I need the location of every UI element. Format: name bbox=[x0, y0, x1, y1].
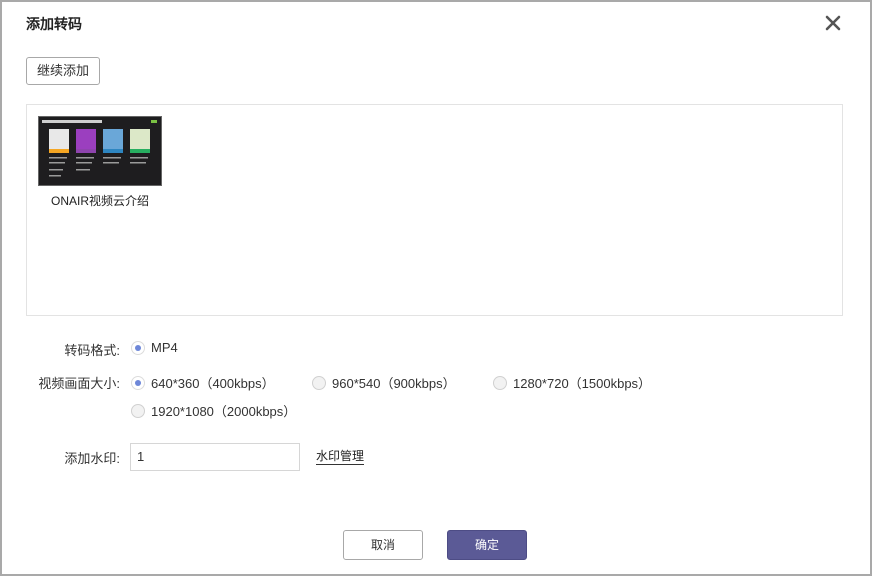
radio-unchecked-icon[interactable] bbox=[493, 375, 507, 390]
size-option-label: 960*540（900kbps） bbox=[332, 376, 456, 391]
size-option-1280[interactable]: 1280*720（1500kbps） bbox=[493, 373, 651, 392]
cancel-button[interactable]: 取消 bbox=[343, 530, 423, 560]
size-option-label: 1280*720（1500kbps） bbox=[513, 376, 652, 391]
add-transcode-dialog: 添加转码 继续添加 ONAIR视频云介绍 转码格式: MP4 视频画面大小: 6… bbox=[0, 0, 872, 576]
size-label: 视频画面大小: bbox=[38, 376, 120, 391]
file-list: ONAIR视频云介绍 bbox=[26, 104, 843, 316]
size-option-label: 640*360（400kbps） bbox=[151, 376, 275, 391]
watermark-input[interactable]: 1 bbox=[130, 443, 300, 471]
dialog-title: 添加转码 bbox=[26, 16, 82, 32]
size-option-label: 1920*1080（2000kbps） bbox=[151, 404, 297, 419]
size-option-960[interactable]: 960*540（900kbps） bbox=[312, 373, 456, 392]
watermark-label: 添加水印: bbox=[64, 451, 120, 466]
video-thumbnail[interactable] bbox=[38, 116, 162, 186]
watermark-manage-link[interactable]: 水印管理 bbox=[316, 448, 365, 465]
radio-checked-icon[interactable] bbox=[131, 375, 145, 390]
size-option-640[interactable]: 640*360（400kbps） bbox=[131, 373, 275, 392]
size-option-1920[interactable]: 1920*1080（2000kbps） bbox=[131, 401, 296, 420]
format-option-label: MP4 bbox=[151, 340, 178, 355]
continue-add-button[interactable]: 继续添加 bbox=[26, 57, 100, 85]
format-option-mp4[interactable]: MP4 bbox=[131, 340, 178, 355]
radio-unchecked-icon[interactable] bbox=[312, 375, 326, 390]
format-label: 转码格式: bbox=[64, 343, 120, 358]
confirm-button[interactable]: 确定 bbox=[447, 530, 527, 560]
file-card[interactable]: ONAIR视频云介绍 bbox=[38, 116, 162, 209]
close-icon[interactable] bbox=[822, 12, 844, 34]
radio-unchecked-icon[interactable] bbox=[131, 403, 145, 418]
file-name: ONAIR视频云介绍 bbox=[50, 194, 149, 208]
radio-checked-icon[interactable] bbox=[131, 340, 145, 355]
